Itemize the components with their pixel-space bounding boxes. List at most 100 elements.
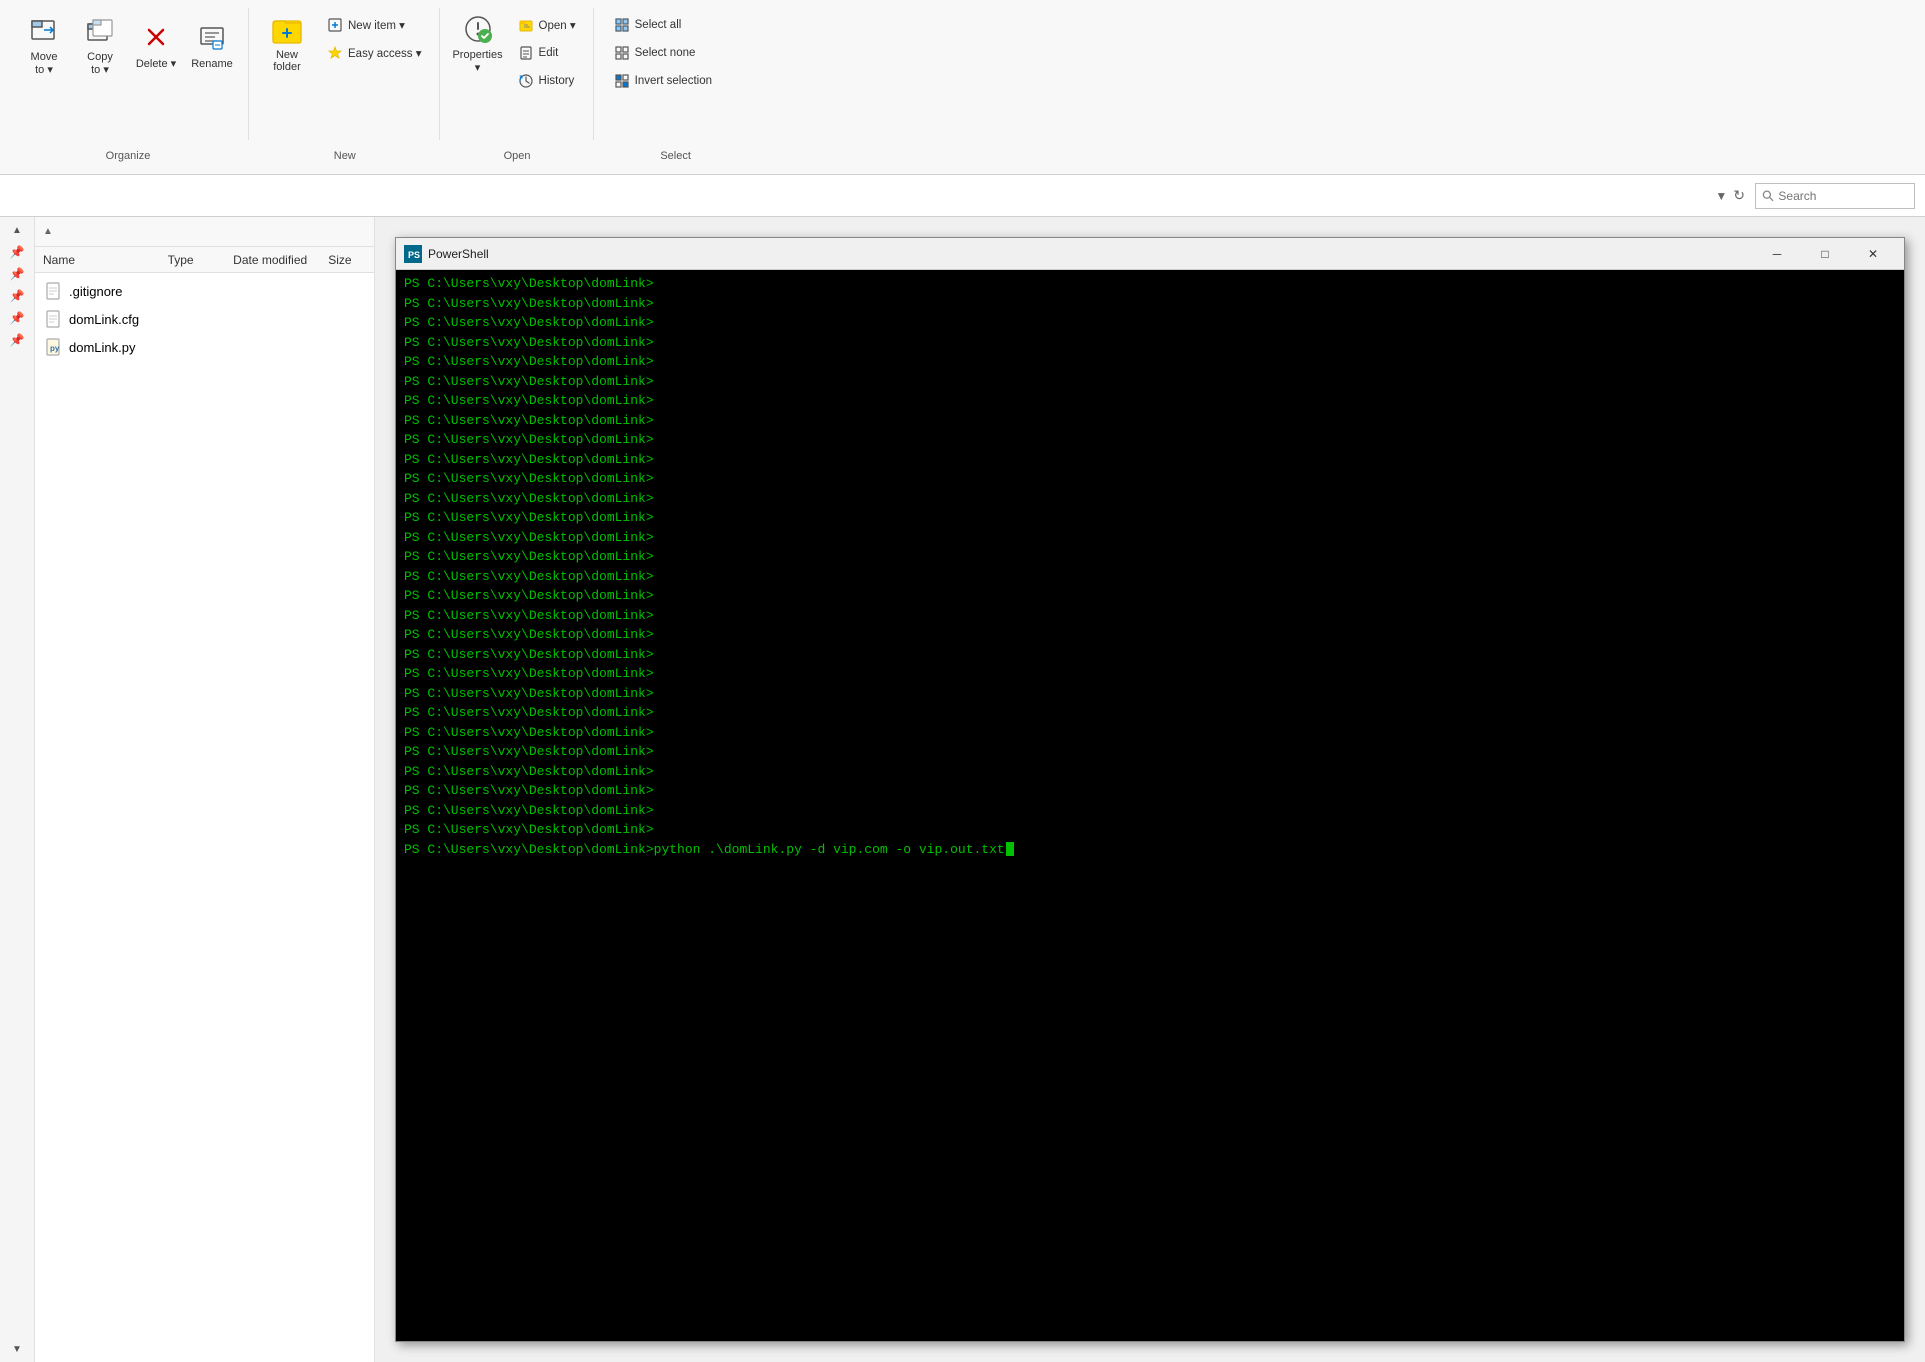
ribbon-groups: Moveto ▾ Copyto ▾ xyxy=(0,4,1925,144)
ps-line: PS C:\Users\vxy\Desktop\domLink> xyxy=(404,820,1896,840)
ps-line: PS C:\Users\vxy\Desktop\domLink> xyxy=(404,684,1896,704)
move-to-button[interactable]: Moveto ▾ xyxy=(18,10,70,81)
invert-selection-icon xyxy=(613,72,631,90)
ps-last-line: PS C:\Users\vxy\Desktop\domLink> python … xyxy=(404,840,1896,860)
ps-line: PS C:\Users\vxy\Desktop\domLink> xyxy=(404,450,1896,470)
edit-button[interactable]: Edit xyxy=(510,40,583,66)
ps-line: PS C:\Users\vxy\Desktop\domLink> xyxy=(404,430,1896,450)
select-all-button[interactable]: Select all xyxy=(606,12,746,38)
properties-button[interactable]: Properties ▾ xyxy=(452,8,504,79)
file-name-domlink-cfg: domLink.cfg xyxy=(69,312,139,327)
ps-minimize-button[interactable]: ─ xyxy=(1754,242,1800,266)
delete-button[interactable]: Delete ▾ xyxy=(130,11,182,81)
col-header-name[interactable]: Name xyxy=(35,253,160,267)
search-icon xyxy=(1762,189,1774,203)
ps-command: python .\domLink.py -d vip.com -o vip.ou… xyxy=(654,840,1005,860)
file-list: ▲ Name Type Date modified Size .gitignor… xyxy=(35,217,375,1362)
ps-line: PS C:\Users\vxy\Desktop\domLink> xyxy=(404,313,1896,333)
ribbon-group-select: Select all Select none xyxy=(596,8,756,140)
ps-line: PS C:\Users\vxy\Desktop\domLink> xyxy=(404,528,1896,548)
edit-icon xyxy=(517,44,535,62)
ribbon-group-new: Newfolder New item ▾ xyxy=(251,8,440,140)
ps-line: PS C:\Users\vxy\Desktop\domLink> xyxy=(404,567,1896,587)
file-items: .gitignore domLink.cfg xyxy=(35,273,374,365)
ps-line: PS C:\Users\vxy\Desktop\domLink> xyxy=(404,391,1896,411)
ps-line: PS C:\Users\vxy\Desktop\domLink> xyxy=(404,742,1896,762)
easy-access-label: Easy access ▾ xyxy=(348,46,422,60)
column-headers: Name Type Date modified Size xyxy=(35,247,374,273)
col-header-date[interactable]: Date modified xyxy=(225,253,320,267)
ps-line: PS C:\Users\vxy\Desktop\domLink> xyxy=(404,781,1896,801)
text-file-icon xyxy=(43,281,63,301)
easy-access-icon xyxy=(326,44,344,62)
ps-prompt: PS C:\Users\vxy\Desktop\domLink> xyxy=(404,840,654,860)
rename-icon xyxy=(196,22,228,54)
ps-content[interactable]: PS C:\Users\vxy\Desktop\domLink>PS C:\Us… xyxy=(396,270,1904,1341)
new-folder-button[interactable]: Newfolder xyxy=(261,8,313,78)
sidebar-collapse-down[interactable]: ▼ xyxy=(8,1340,26,1358)
select-none-button[interactable]: Select none xyxy=(606,40,746,66)
file-item-gitignore[interactable]: .gitignore xyxy=(35,277,374,305)
delete-icon xyxy=(140,21,172,53)
ps-line: PS C:\Users\vxy\Desktop\domLink> xyxy=(404,762,1896,782)
ps-line: PS C:\Users\vxy\Desktop\domLink> xyxy=(404,489,1896,509)
ps-line: PS C:\Users\vxy\Desktop\domLink> xyxy=(404,274,1896,294)
ps-line: PS C:\Users\vxy\Desktop\domLink> xyxy=(404,703,1896,723)
easy-access-button[interactable]: Easy access ▾ xyxy=(319,40,429,66)
ps-line: PS C:\Users\vxy\Desktop\domLink> xyxy=(404,625,1896,645)
new-folder-label: Newfolder xyxy=(273,49,301,73)
sidebar-pin-5[interactable]: 📌 xyxy=(8,331,26,349)
move-to-icon xyxy=(28,15,60,47)
file-item-domlink-cfg[interactable]: domLink.cfg xyxy=(35,305,374,333)
ps-line: PS C:\Users\vxy\Desktop\domLink> xyxy=(404,606,1896,626)
ps-maximize-button[interactable]: □ xyxy=(1802,242,1848,266)
search-input[interactable] xyxy=(1778,189,1908,203)
history-button[interactable]: History xyxy=(510,68,583,94)
ps-cursor xyxy=(1006,842,1014,856)
copy-to-button[interactable]: Copyto ▾ xyxy=(74,10,126,81)
sidebar: ▲ 📌 📌 📌 📌 📌 ▼ xyxy=(0,217,35,1362)
ps-line: PS C:\Users\vxy\Desktop\domLink> xyxy=(404,352,1896,372)
open-label: Open ▾ xyxy=(539,18,576,32)
refresh-icon[interactable]: ↻ xyxy=(1733,187,1745,204)
invert-selection-button[interactable]: Invert selection xyxy=(606,68,746,94)
search-box xyxy=(1755,183,1915,209)
open-button[interactable]: Open ▾ xyxy=(510,12,583,38)
new-item-button[interactable]: New item ▾ xyxy=(319,12,429,38)
file-item-domlink-py[interactable]: py domLink.py xyxy=(35,333,374,361)
ps-close-button[interactable]: ✕ xyxy=(1850,242,1896,266)
rename-button[interactable]: Rename xyxy=(186,11,238,81)
new-folder-icon xyxy=(271,13,303,45)
select-group-label: Select xyxy=(596,150,756,162)
ribbon-group-open: Properties ▾ xyxy=(442,8,594,140)
col-header-size[interactable]: Size xyxy=(320,253,374,267)
sidebar-pin-1[interactable]: 📌 xyxy=(8,243,26,261)
sidebar-collapse-up[interactable]: ▲ xyxy=(8,221,26,239)
col-header-type[interactable]: Type xyxy=(160,253,226,267)
sort-icon[interactable]: ▼ xyxy=(1715,189,1727,203)
sidebar-pin-4[interactable]: 📌 xyxy=(8,309,26,327)
select-none-icon xyxy=(613,44,631,62)
copy-to-label: Copyto ▾ xyxy=(87,51,113,76)
ps-line: PS C:\Users\vxy\Desktop\domLink> xyxy=(404,586,1896,606)
config-file-icon xyxy=(43,309,63,329)
powershell-icon: PS xyxy=(404,245,422,263)
header-collapse-up[interactable]: ▲ xyxy=(43,226,53,237)
python-file-icon: py xyxy=(43,337,63,357)
ps-titlebar: PS PowerShell ─ □ ✕ xyxy=(396,238,1904,270)
new-item-label: New item ▾ xyxy=(348,18,405,32)
svg-text:PS: PS xyxy=(408,250,420,260)
open-icon xyxy=(517,16,535,34)
file-name-domlink-py: domLink.py xyxy=(69,340,135,355)
open-group-label: Open xyxy=(442,150,593,162)
powershell-window: PS PowerShell ─ □ ✕ PS C:\Users\vxy\Desk… xyxy=(395,237,1905,1342)
address-bar: ▼ ↻ xyxy=(0,175,1925,217)
ps-line: PS C:\Users\vxy\Desktop\domLink> xyxy=(404,645,1896,665)
sidebar-pin-3[interactable]: 📌 xyxy=(8,287,26,305)
select-all-label: Select all xyxy=(635,19,682,31)
ps-line: PS C:\Users\vxy\Desktop\domLink> xyxy=(404,723,1896,743)
organize-group-label: Organize xyxy=(8,150,248,162)
ribbon: Moveto ▾ Copyto ▾ xyxy=(0,0,1925,175)
sidebar-pin-2[interactable]: 📌 xyxy=(8,265,26,283)
file-list-header: ▲ xyxy=(35,217,374,247)
